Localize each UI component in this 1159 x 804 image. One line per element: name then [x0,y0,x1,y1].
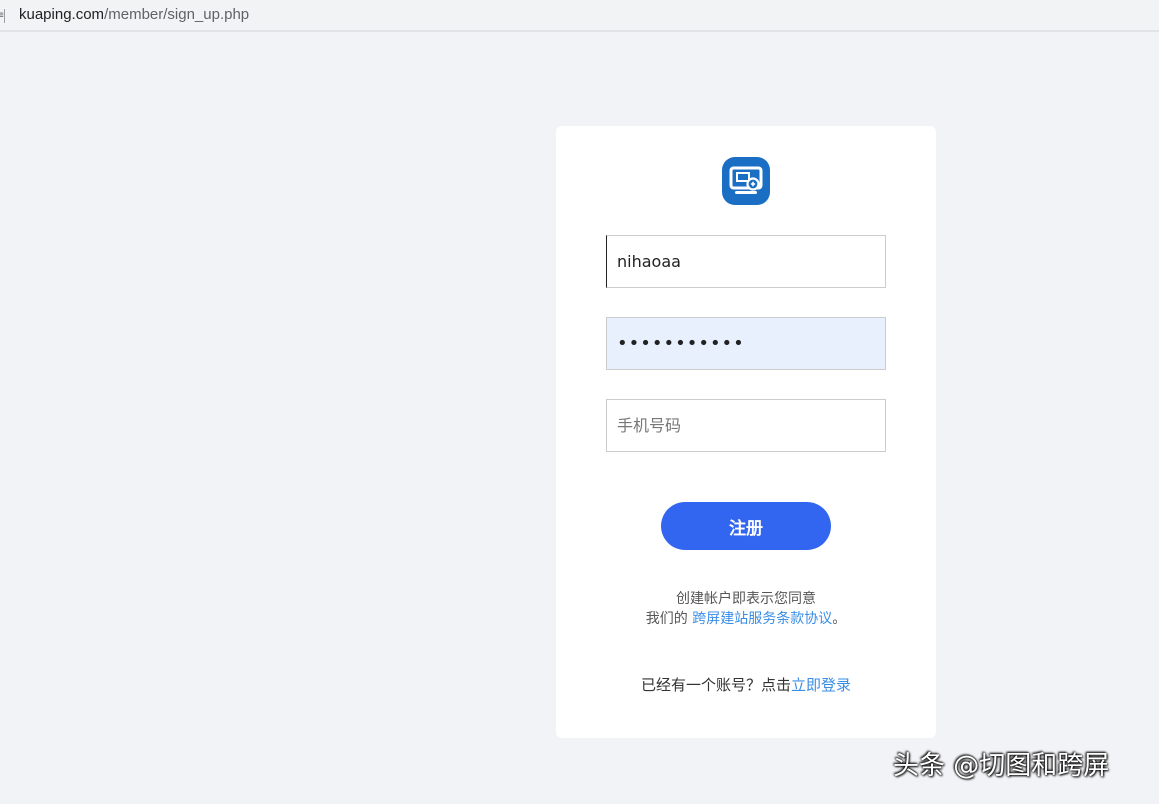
register-button[interactable]: 注册 [661,502,831,550]
username-input[interactable] [606,235,886,288]
site-logo-icon [722,157,770,205]
signup-card: 注册 创建帐户即表示您同意 我们的 跨屏建站服务条款协议。 已经有一个账号？点击… [556,126,936,738]
agreement-line2: 我们的 跨屏建站服务条款协议。 [556,609,936,629]
url-text[interactable]: kuaping.com/member/sign_up.php [19,6,249,24]
url-path: /member/sign_up.php [104,6,250,23]
login-prompt: 已经有一个账号？点击立即登录 [556,675,936,695]
login-prompt-text: 已经有一个账号？点击 [640,676,791,694]
agreement-text: 创建帐户即表示您同意 我们的 跨屏建站服务条款协议。 [556,589,936,629]
password-input[interactable] [606,317,886,370]
url-host: kuaping.com [19,6,105,23]
terms-link[interactable]: 跨屏建站服务条款协议 [692,611,832,627]
agreement-line1: 创建帐户即表示您同意 [676,591,816,607]
phone-input[interactable] [606,399,886,452]
login-link[interactable]: 立即登录 [791,676,851,694]
agreement-prefix: 我们的 [645,611,693,627]
site-info-icon[interactable]: ≡ [0,9,5,23]
watermark: 头条 @切图和跨屏 [893,751,1110,781]
agreement-suffix: 。 [832,611,847,627]
browser-address-bar[interactable]: ≡ kuaping.com/member/sign_up.php [0,0,1159,32]
